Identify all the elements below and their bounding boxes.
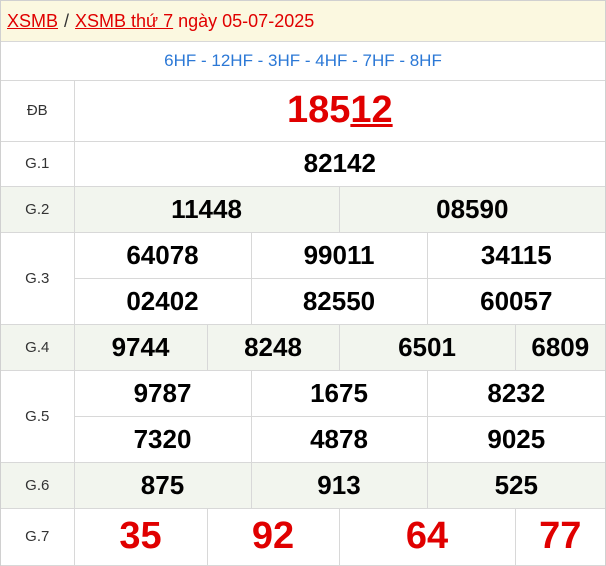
g3-number-5: 82550 <box>250 277 428 325</box>
g7-number-3: 64 <box>338 507 516 566</box>
row-g1: G.1 82142 <box>1 140 606 187</box>
row-g5-b: 7320 4878 9025 <box>1 415 606 463</box>
row-g6: G.6 875 913 525 <box>1 461 606 509</box>
g1-number: 82142 <box>73 140 606 187</box>
special-prize-prefix: 185 <box>286 89 351 132</box>
results-table: ĐB 18512 G.1 82142 G.2 11448 08590 G.3 6… <box>1 81 606 566</box>
g4-number-4: 6809 <box>514 323 606 371</box>
prize-label-g1: G.1 <box>1 140 75 187</box>
g3-number-6: 60057 <box>426 277 606 325</box>
g2-number-1: 11448 <box>73 185 340 233</box>
g2-number-2: 08590 <box>338 185 606 233</box>
row-g5-a: G.5 9787 1675 8232 <box>1 369 606 463</box>
g3-number-2: 99011 <box>250 231 428 279</box>
g6-number-3: 525 <box>426 461 606 509</box>
g6-number-1: 875 <box>73 461 252 509</box>
special-prize-suffix: 12 <box>350 89 393 132</box>
g5-number-5: 4878 <box>250 415 428 463</box>
g7-number-2: 92 <box>206 507 340 566</box>
prize-label-g6: G.6 <box>1 461 75 509</box>
g5-number-1: 9787 <box>73 369 252 417</box>
g5-number-4: 7320 <box>74 415 252 463</box>
g3-number-1: 64078 <box>73 231 252 279</box>
g7-number-4: 77 <box>514 507 606 566</box>
prize-label-g5: G.5 <box>1 369 75 463</box>
prize-label-g3: G.3 <box>1 231 75 325</box>
g4-number-2: 8248 <box>206 323 340 371</box>
breadcrumb-separator: / <box>64 10 70 31</box>
g6-number-2: 913 <box>250 461 428 509</box>
breadcrumb-link-xsmb-saturday[interactable]: XSMB thứ 7 <box>75 11 173 32</box>
breadcrumb-link-xsmb[interactable]: XSMB <box>7 11 58 32</box>
row-g3-a: G.3 64078 99011 34115 <box>1 231 606 325</box>
prize-label-db: ĐB <box>1 81 75 142</box>
row-g4: G.4 9744 8248 6501 6809 <box>1 323 606 371</box>
g4-number-3: 6501 <box>338 323 516 371</box>
g5-number-6: 9025 <box>426 415 606 463</box>
g3-number-3: 34115 <box>426 231 606 279</box>
g5-number-3: 8232 <box>426 369 606 417</box>
g5-number-2: 1675 <box>250 369 428 417</box>
prize-label-g2: G.2 <box>1 185 75 233</box>
lottery-result-widget: XSMB / XSMB thứ 7 ngày 05-07-2025 6HF - … <box>0 0 606 566</box>
g3-number-4: 02402 <box>74 277 252 325</box>
g7-number-1: 35 <box>73 507 208 566</box>
row-g7: G.7 35 92 64 77 <box>1 507 606 566</box>
row-g2: G.2 11448 08590 <box>1 185 606 233</box>
draw-date: ngày 05-07-2025 <box>178 10 315 31</box>
draw-codes: 6HF - 12HF - 3HF - 4HF - 7HF - 8HF <box>1 42 605 81</box>
breadcrumb: XSMB / XSMB thứ 7 ngày 05-07-2025 <box>1 1 605 42</box>
prize-label-g4: G.4 <box>1 323 75 371</box>
g4-number-1: 9744 <box>73 323 208 371</box>
row-g3-b: 02402 82550 60057 <box>1 277 606 325</box>
row-special-prize: ĐB 18512 <box>1 81 606 142</box>
prize-label-g7: G.7 <box>1 507 75 566</box>
special-prize-number: 18512 <box>73 81 606 142</box>
